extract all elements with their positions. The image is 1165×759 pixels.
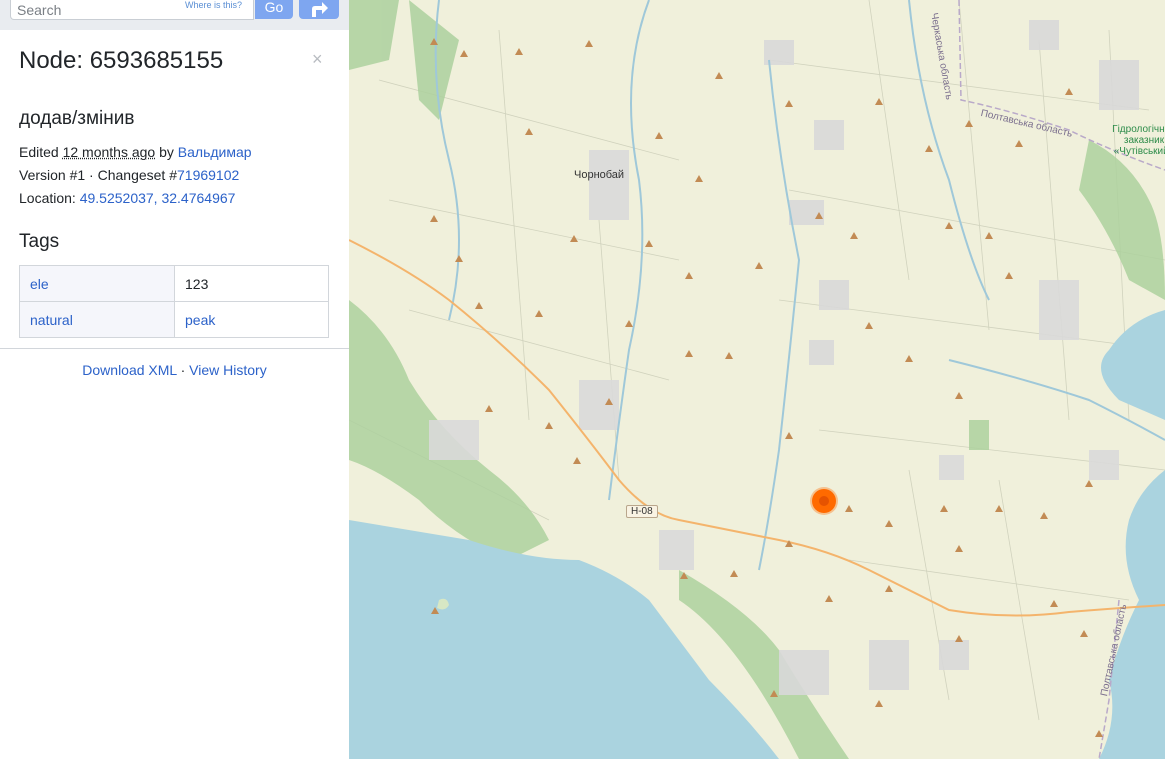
changeset-link[interactable]: 71969102	[177, 167, 239, 183]
download-xml-link[interactable]: Download XML	[82, 362, 176, 378]
where-is-this-link[interactable]: Where is this?	[185, 0, 242, 10]
view-history-link[interactable]: View History	[189, 362, 267, 378]
tag-value-cell: 123	[174, 265, 329, 302]
directions-button[interactable]	[299, 0, 339, 19]
version-line: Version #1 · Changeset #71969102	[19, 167, 239, 183]
changeset-comment: додав/змінив	[19, 108, 135, 129]
road-shield-h08: H-08	[626, 505, 658, 518]
tag-value-link[interactable]: peak	[185, 312, 215, 328]
version-text: Version #1 · Changeset #	[19, 167, 177, 183]
divider	[0, 348, 349, 349]
table-row: ele 123	[19, 265, 329, 302]
map-tiles	[349, 0, 1165, 759]
sidebar: Where is this? Go Node: 6593685155 × дод…	[0, 0, 349, 759]
directions-icon	[312, 2, 328, 17]
map-label-reserve: Гідрологічний заказник «Чутівський»	[1112, 124, 1165, 157]
tag-value-cell: peak	[174, 301, 329, 338]
search-bar: Where is this? Go	[0, 0, 349, 30]
location-prefix: Location:	[19, 190, 76, 206]
tag-key-cell: natural	[19, 301, 175, 338]
table-row: natural peak	[19, 301, 329, 338]
tags-table: ele 123 natural peak	[19, 265, 329, 338]
close-icon[interactable]: ×	[312, 49, 323, 70]
location-line: Location: 49.5252037, 32.4764967	[19, 190, 235, 206]
page-title: Node: 6593685155	[19, 47, 224, 74]
sidebar-footer: Download XML · View History	[0, 362, 349, 378]
node-marker[interactable]	[812, 489, 836, 513]
tag-key-link[interactable]: natural	[30, 312, 73, 328]
map-label-chornobai: Чорнобай	[574, 169, 625, 181]
location-link[interactable]: 49.5252037, 32.4764967	[80, 190, 236, 206]
edited-line: Edited 12 months ago by Вальдимар	[19, 144, 252, 160]
editor-link[interactable]: Вальдимар	[178, 144, 252, 160]
edited-by-word: by	[159, 144, 174, 160]
tag-key-link[interactable]: ele	[30, 276, 49, 292]
edited-prefix: Edited	[19, 144, 59, 160]
footer-separator: ·	[180, 362, 186, 378]
edited-time: 12 months ago	[62, 144, 156, 160]
go-button[interactable]: Go	[255, 0, 293, 19]
map[interactable]: Чорнобай H-08 Полтавська область Черкась…	[349, 0, 1165, 759]
tags-heading: Tags	[19, 231, 60, 252]
tag-key-cell: ele	[19, 265, 175, 302]
